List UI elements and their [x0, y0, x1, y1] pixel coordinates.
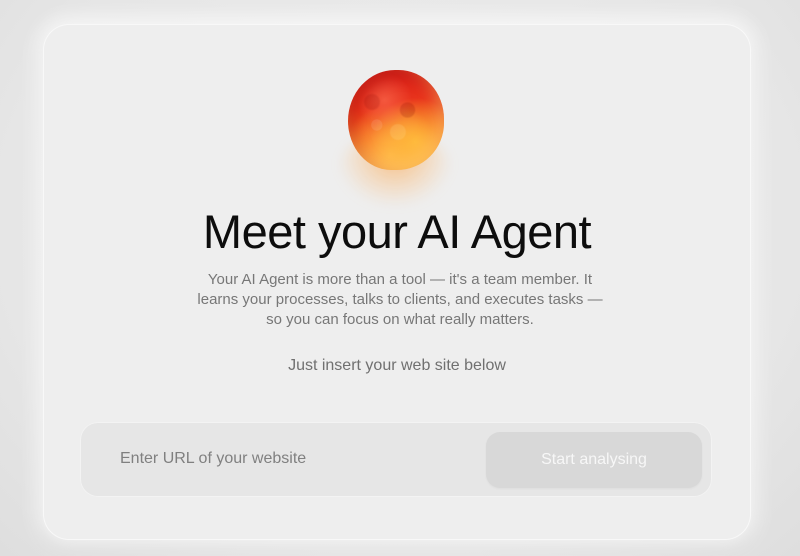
ai-agent-orb-icon	[330, 64, 460, 204]
agent-description: Your AI Agent is more than a tool — it's…	[197, 271, 603, 328]
url-form: Start analysing	[80, 422, 712, 497]
website-url-input[interactable]	[102, 442, 508, 476]
page-title: Meet your AI Agent	[202, 205, 592, 258]
page: Meet your AI Agent Your AI Agent is more…	[0, 0, 800, 556]
instruction-text: Just insert your web site below	[288, 357, 506, 374]
orb-texture	[348, 70, 444, 170]
start-analysing-button[interactable]: Start analysing	[486, 432, 702, 488]
